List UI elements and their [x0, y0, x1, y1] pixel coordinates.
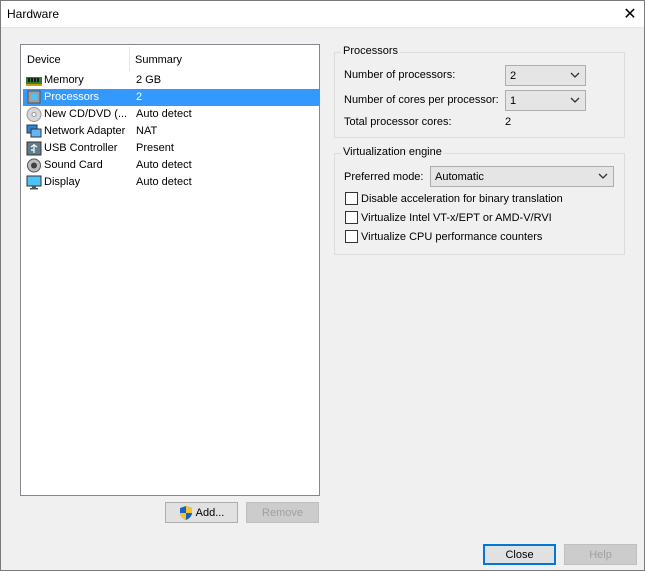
num-processors-select[interactable]: 2: [505, 65, 586, 86]
device-summary: Auto detect: [136, 159, 192, 171]
device-list[interactable]: Device Summary Memory 2 GB Processors 2 …: [20, 44, 320, 496]
device-row-display[interactable]: Display Auto detect: [23, 174, 319, 191]
preferred-mode-label: Preferred mode:: [344, 171, 424, 183]
column-separator[interactable]: [129, 47, 130, 71]
virtualization-engine-group: Virtualization engine Preferred mode: Au…: [334, 146, 625, 255]
chevron-down-icon: [570, 97, 580, 103]
remove-button[interactable]: Remove: [246, 502, 319, 523]
virtualize-perf-counters-label[interactable]: Virtualize CPU performance counters: [361, 231, 542, 243]
device-name: Display: [44, 176, 81, 188]
device-row-cd-dvd[interactable]: New CD/DVD (... Auto detect: [23, 106, 319, 123]
usb-icon: [26, 141, 42, 156]
remove-button-label: Remove: [262, 506, 303, 519]
virtualize-vtx-checkbox[interactable]: [345, 211, 358, 224]
device-row-usb-controller[interactable]: USB Controller Present: [23, 140, 319, 157]
list-header: Device Summary: [21, 45, 319, 73]
num-processors-value: 2: [510, 70, 517, 82]
device-name: New CD/DVD (...: [44, 108, 128, 120]
chevron-down-icon: [598, 173, 608, 179]
preferred-mode-value: Automatic: [435, 171, 484, 183]
close-button[interactable]: Close: [483, 544, 556, 565]
help-button-label: Help: [589, 548, 612, 561]
network-adapter-icon: [26, 124, 42, 138]
device-summary: Auto detect: [136, 176, 192, 188]
device-name: USB Controller: [44, 142, 118, 154]
column-header-summary[interactable]: Summary: [135, 54, 182, 66]
processors-group: Processors Number of processors: 2 Numbe…: [334, 45, 625, 138]
device-row-memory[interactable]: Memory 2 GB: [23, 72, 319, 89]
num-processors-label: Number of processors:: [344, 69, 456, 81]
disable-acceleration-label[interactable]: Disable acceleration for binary translat…: [361, 193, 563, 205]
virtualize-perf-counters-checkbox[interactable]: [345, 230, 358, 243]
uac-shield-icon: [179, 505, 192, 520]
device-summary: 2: [136, 91, 143, 103]
virtualize-vtx-label[interactable]: Virtualize Intel VT-x/EPT or AMD-V/RVI: [361, 212, 552, 224]
cores-per-processor-select[interactable]: 1: [505, 90, 586, 111]
cd-dvd-icon: [26, 107, 42, 122]
device-row-sound-card[interactable]: Sound Card Auto detect: [23, 157, 319, 174]
total-cores-label: Total processor cores:: [344, 116, 452, 128]
processor-icon: [27, 90, 41, 104]
close-window-icon[interactable]: ✕: [615, 0, 645, 28]
device-summary: NAT: [136, 125, 158, 137]
help-button[interactable]: Help: [564, 544, 637, 565]
close-button-label: Close: [505, 548, 534, 561]
device-name: Sound Card: [44, 159, 103, 171]
device-summary: 2 GB: [136, 74, 162, 86]
preferred-mode-select[interactable]: Automatic: [430, 166, 614, 187]
processors-group-title: Processors: [341, 45, 401, 57]
virtualization-group-title: Virtualization engine: [341, 146, 444, 158]
total-cores-value: 2: [505, 116, 512, 128]
window-title: Hardware: [7, 7, 60, 21]
title-bar: Hardware ✕: [0, 0, 645, 28]
display-icon: [26, 175, 42, 190]
device-summary: Auto detect: [136, 108, 192, 120]
sound-card-icon: [27, 158, 41, 173]
device-name: Memory: [44, 74, 84, 86]
disable-acceleration-checkbox[interactable]: [345, 192, 358, 205]
cores-per-processor-label: Number of cores per processor:: [344, 94, 499, 106]
add-button-label: Add...: [195, 506, 225, 519]
device-summary: Present: [136, 142, 174, 154]
chevron-down-icon: [570, 72, 580, 78]
memory-icon: [26, 77, 42, 86]
device-row-processors[interactable]: Processors 2: [23, 89, 319, 106]
device-row-network-adapter[interactable]: Network Adapter NAT: [23, 123, 319, 140]
add-button[interactable]: Add...: [165, 502, 238, 523]
device-name: Network Adapter: [44, 125, 126, 137]
column-header-device[interactable]: Device: [27, 54, 61, 66]
cores-per-processor-value: 1: [510, 95, 517, 107]
device-name: Processors: [44, 91, 100, 103]
